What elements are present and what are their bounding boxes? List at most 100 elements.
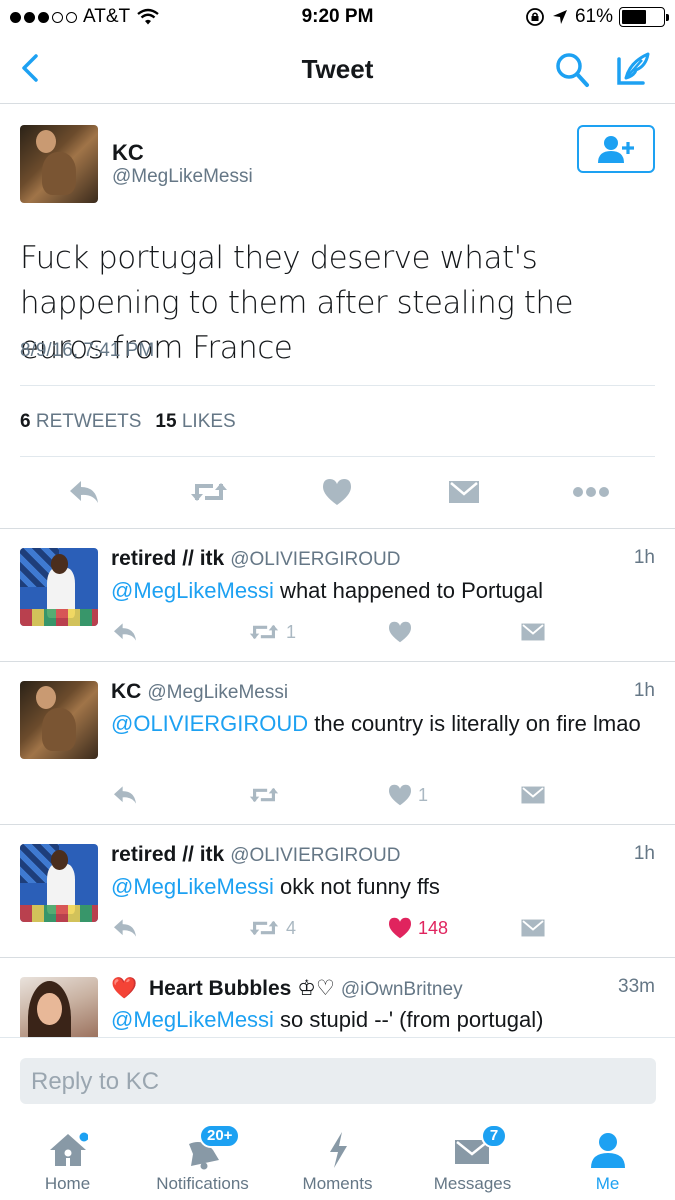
- main-tweet: KC @MegLikeMessi Fuck portugal they dese…: [0, 104, 675, 529]
- tab-label: Moments: [302, 1174, 373, 1193]
- reply-button[interactable]: [64, 472, 104, 512]
- message-button[interactable]: [520, 617, 546, 647]
- reply-icon: [114, 623, 136, 641]
- retweet-count: 1: [286, 621, 297, 642]
- reply-input[interactable]: Reply to KC: [20, 1058, 656, 1104]
- tweet-stats: 6 RETWEETS 15 LIKES: [20, 411, 236, 433]
- retweet-button[interactable]: 1: [248, 617, 296, 647]
- reply-header: KC @MegLikeMessi 1h: [111, 680, 655, 706]
- reply-icon: [114, 919, 136, 937]
- divider: [20, 385, 655, 386]
- lightning-icon: [329, 1132, 347, 1168]
- avatar[interactable]: [20, 125, 98, 203]
- battery-icon: [619, 7, 669, 27]
- mention-link[interactable]: @MegLikeMessi: [111, 874, 274, 899]
- message-icon: [449, 481, 479, 503]
- message-badge: 7: [481, 1124, 507, 1148]
- reply-time: 1h: [633, 547, 655, 568]
- reply-header: retired // itk @OLIVIERGIROUD 1h: [111, 843, 655, 869]
- mention-link[interactable]: @MegLikeMessi: [111, 1007, 274, 1032]
- tweet-timestamp: 8/9/16, 7:41 PM: [20, 340, 155, 361]
- compose-icon[interactable]: [612, 48, 654, 90]
- retweet-button[interactable]: [248, 780, 286, 810]
- status-bar: AT&T 9:20 PM 61%: [0, 0, 675, 36]
- like-button[interactable]: [388, 617, 418, 647]
- rotation-lock-icon: [526, 8, 544, 26]
- reply-actions: 4 148: [111, 913, 551, 943]
- reply-header: ❤️ Heart Bubbles ♔♡ @iOwnBritney 33m: [111, 976, 655, 1002]
- message-icon: [521, 623, 545, 641]
- avatar[interactable]: [20, 681, 98, 759]
- reply-actions: 1: [111, 617, 551, 647]
- tab-home[interactable]: Home: [0, 1118, 135, 1200]
- reply-time: 1h: [633, 843, 655, 864]
- avatar[interactable]: [20, 548, 98, 626]
- like-button[interactable]: 1: [388, 780, 428, 810]
- tab-label: Notifications: [156, 1174, 249, 1193]
- like-icon: [389, 784, 411, 806]
- reply-header: retired // itk @OLIVIERGIROUD 1h: [111, 547, 655, 573]
- reply-tweet[interactable]: retired // itk @OLIVIERGIROUD 1h @MegLike…: [0, 529, 675, 662]
- reply-time: 33m: [618, 976, 655, 997]
- message-icon: [521, 919, 545, 937]
- reply-author-name[interactable]: retired // itk: [111, 843, 224, 866]
- author-name[interactable]: KC: [112, 140, 144, 166]
- tab-moments[interactable]: Moments: [270, 1118, 405, 1200]
- follow-button[interactable]: [577, 125, 655, 173]
- retweet-button[interactable]: 4: [248, 913, 296, 943]
- battery-percent: 61%: [574, 6, 613, 27]
- retweet-icon: [191, 483, 227, 501]
- tab-label: Me: [595, 1174, 620, 1193]
- mention-link[interactable]: @MegLikeMessi: [111, 578, 274, 603]
- more-button[interactable]: [571, 472, 611, 512]
- notification-badge: 20+: [199, 1124, 241, 1148]
- like-count: 1: [418, 784, 429, 805]
- reply-tweet[interactable]: retired // itk @OLIVIERGIROUD 1h @MegLike…: [0, 825, 675, 958]
- tab-messages[interactable]: 7 Messages: [405, 1118, 540, 1200]
- reply-text: @MegLikeMessi okk not funny ffs: [111, 874, 440, 899]
- tab-me[interactable]: Me: [540, 1118, 675, 1200]
- reply-author-name[interactable]: retired // itk: [111, 547, 224, 570]
- reply-tweet[interactable]: KC @MegLikeMessi 1h @OLIVIERGIROUD the co…: [0, 662, 675, 825]
- reply-author-name[interactable]: KC: [111, 680, 141, 703]
- mention-link[interactable]: @OLIVIERGIROUD: [111, 711, 308, 736]
- likes-stat[interactable]: 15 LIKES: [155, 411, 235, 433]
- message-button[interactable]: [444, 472, 484, 512]
- retweet-count: 4: [286, 917, 297, 938]
- like-button[interactable]: 148: [388, 913, 448, 943]
- search-icon[interactable]: [552, 50, 592, 90]
- retweet-button[interactable]: [189, 472, 229, 512]
- reply-button[interactable]: [111, 913, 139, 943]
- tweet-actions: [0, 472, 675, 516]
- reply-text: @MegLikeMessi what happened to Portugal: [111, 578, 544, 603]
- reply-tweet[interactable]: ❤️ Heart Bubbles ♔♡ @iOwnBritney 33m @Meg…: [0, 958, 675, 1038]
- tab-bar: Home 20+ Notifications Moments 7 Message…: [0, 1118, 675, 1200]
- author-handle[interactable]: @MegLikeMessi: [112, 166, 253, 188]
- status-right: 61%: [525, 6, 669, 28]
- reply-author-handle[interactable]: @OLIVIERGIROUD: [230, 845, 400, 866]
- like-button[interactable]: [317, 472, 357, 512]
- reply-button[interactable]: [111, 617, 139, 647]
- reply-author-handle[interactable]: @OLIVIERGIROUD: [230, 549, 400, 570]
- reply-button[interactable]: [111, 780, 139, 810]
- tab-label: Home: [44, 1174, 91, 1193]
- avatar[interactable]: [20, 977, 98, 1037]
- reply-icon: [70, 481, 98, 503]
- retweets-stat[interactable]: 6 RETWEETS: [20, 411, 141, 433]
- reply-author-name[interactable]: Heart Bubbles ♔♡: [149, 977, 335, 1000]
- nav-bar: Tweet: [0, 36, 675, 104]
- reply-author-handle[interactable]: @iOwnBritney: [341, 979, 463, 1000]
- reply-author-handle[interactable]: @MegLikeMessi: [147, 682, 288, 703]
- reply-icon: [114, 786, 136, 804]
- message-button[interactable]: [520, 913, 546, 943]
- tab-notifications[interactable]: 20+ Notifications: [135, 1118, 270, 1200]
- red-heart-icon: ❤️: [111, 977, 138, 1000]
- divider: [20, 456, 655, 457]
- retweet-icon: [249, 787, 279, 803]
- avatar[interactable]: [20, 844, 98, 922]
- reply-placeholder: Reply to KC: [31, 1068, 160, 1095]
- like-icon: [323, 479, 351, 505]
- heart-filled-icon: [389, 917, 411, 939]
- reply-time: 1h: [633, 680, 655, 701]
- message-button[interactable]: [520, 780, 546, 810]
